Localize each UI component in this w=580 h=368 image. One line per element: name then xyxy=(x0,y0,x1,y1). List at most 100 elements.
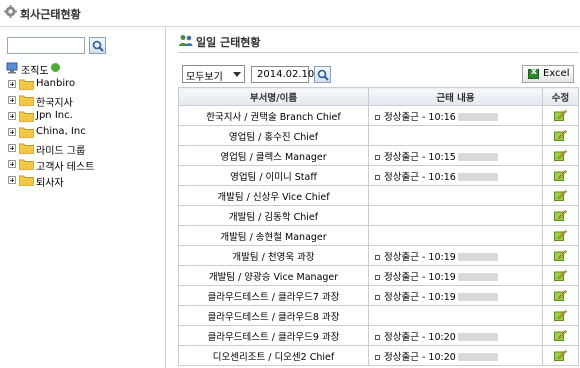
tree-root[interactable]: 조직도 xyxy=(6,61,162,77)
row-attendance-cell xyxy=(368,125,543,146)
app-header: 회사근태현황 xyxy=(0,0,580,27)
table-row: 영업팀 / 홍수진 Chief xyxy=(178,125,579,146)
row-attendance-cell: 정상출근 - 10:19 xyxy=(368,265,543,286)
org-tree: 조직도 Hanbiro 한국지사 Jpn Inc. China, Inc 라미드… xyxy=(6,61,162,189)
row-edit-cell xyxy=(542,345,579,366)
table-row: 클라우드테스트 / 클라우드7 과장 정상출근 - 10:19 xyxy=(178,285,579,306)
edit-icon[interactable] xyxy=(554,350,567,361)
date-input[interactable]: 2014.02.10 xyxy=(251,66,314,83)
edit-icon[interactable] xyxy=(554,290,567,301)
expand-icon[interactable] xyxy=(8,128,16,136)
row-attendance-cell: 정상출근 - 10:16 xyxy=(368,105,543,126)
view-filter-select[interactable]: 모두보기 xyxy=(182,65,245,83)
expand-icon[interactable] xyxy=(8,176,16,184)
row-edit-cell xyxy=(542,165,579,186)
row-employee-name[interactable]: 개발팀 / 천영욱 과장 xyxy=(178,245,369,266)
attendance-status: 정상출근 - 10:16 xyxy=(384,171,456,183)
table-row: 개발팀 / 신상우 Vice Chief xyxy=(178,185,579,206)
folder-icon xyxy=(19,95,34,106)
row-attendance-cell xyxy=(368,205,543,226)
tree-node-hanbiro[interactable]: Hanbiro xyxy=(8,76,162,92)
search-button[interactable] xyxy=(89,37,106,54)
row-employee-name[interactable]: 클라우드테스트 / 클라우드7 과장 xyxy=(178,285,369,306)
expand-icon[interactable] xyxy=(8,96,16,104)
search-icon xyxy=(92,40,104,52)
expand-icon[interactable] xyxy=(8,160,16,168)
attendance-status: 정상출근 - 10:20 xyxy=(384,351,456,363)
row-employee-name[interactable]: 개발팀 / 김동학 Chief xyxy=(178,205,369,226)
edit-icon[interactable] xyxy=(554,150,567,161)
tree-node-label: 라미드 그룹 xyxy=(36,146,86,157)
row-employee-name[interactable]: 개발팀 / 송현철 Manager xyxy=(178,225,369,246)
row-attendance-cell xyxy=(368,305,543,326)
row-edit-cell xyxy=(542,245,579,266)
column-header-edit: 수정 xyxy=(542,87,579,106)
table-header-row: 부서명/이름 근태 내용 수정 xyxy=(178,87,579,106)
row-employee-name[interactable]: 클라우드테스트 / 클라우드9 과장 xyxy=(178,325,369,346)
attendance-table: 부서명/이름 근태 내용 수정 한국지사 / 권택술 Branch Chief 정… xyxy=(178,87,579,366)
expand-icon[interactable] xyxy=(8,112,16,120)
page-title: 회사근태현황 xyxy=(20,8,81,21)
column-header-content[interactable]: 근태 내용 xyxy=(368,87,543,106)
tree-node-korea[interactable]: 한국지사 xyxy=(8,92,162,109)
row-edit-cell xyxy=(542,265,579,286)
edit-icon[interactable] xyxy=(554,210,567,221)
row-attendance-cell xyxy=(368,225,543,246)
excel-export-button[interactable]: Excel xyxy=(522,65,574,83)
edit-icon[interactable] xyxy=(554,190,567,201)
users-icon xyxy=(179,35,193,46)
column-header-name[interactable]: 부서명/이름 xyxy=(178,87,369,106)
attendance-status: 정상출근 - 10:19 xyxy=(384,291,456,303)
tree-node-customer[interactable]: 고객사 테스트 xyxy=(8,156,162,173)
folder-icon xyxy=(19,175,34,186)
tree-node-label: 고객사 테스트 xyxy=(36,162,95,173)
computer-icon xyxy=(6,62,18,74)
date-search-button[interactable] xyxy=(314,66,331,83)
row-employee-name[interactable]: 클라우드테스트 / 클라우드8 과장 xyxy=(178,305,369,326)
tree-node-label: 퇴사자 xyxy=(36,178,64,189)
redacted-ip xyxy=(457,353,498,361)
refresh-icon[interactable] xyxy=(51,63,60,72)
edit-icon[interactable] xyxy=(554,310,567,321)
tree-node-label: Hanbiro xyxy=(36,78,76,89)
tree-node-retired[interactable]: 퇴사자 xyxy=(8,172,162,189)
row-employee-name[interactable]: 개발팀 / 양광승 Vice Manager xyxy=(178,265,369,286)
row-employee-name[interactable]: 영업팀 / 클렉스 Manager xyxy=(178,145,369,166)
row-attendance-cell: 정상출근 - 10:20 xyxy=(368,325,543,346)
row-edit-cell xyxy=(542,285,579,306)
redacted-ip xyxy=(457,333,498,341)
edit-icon[interactable] xyxy=(554,330,567,341)
edit-icon[interactable] xyxy=(554,170,567,181)
edit-icon[interactable] xyxy=(554,250,567,261)
row-attendance-cell: 정상출근 - 10:16 xyxy=(368,165,543,186)
row-employee-name[interactable]: 영업팀 / 이미니 Staff xyxy=(178,165,369,186)
row-edit-cell xyxy=(542,105,579,126)
table-row: 한국지사 / 권택술 Branch Chief 정상출근 - 10:16 xyxy=(178,105,579,126)
row-employee-name[interactable]: 개발팀 / 신상우 Vice Chief xyxy=(178,185,369,206)
table-row: 클라우드테스트 / 클라우드9 과장 정상출근 - 10:20 xyxy=(178,325,579,346)
row-employee-name[interactable]: 디오센리조트 / 디오센2 Chief xyxy=(178,345,369,366)
edit-icon[interactable] xyxy=(554,130,567,141)
tree-node-china[interactable]: China, Inc xyxy=(8,124,162,140)
tree-node-lamid[interactable]: 라미드 그룹 xyxy=(8,140,162,157)
row-attendance-cell: 정상출근 - 10:20 xyxy=(368,345,543,366)
folder-icon xyxy=(19,79,34,90)
tree-node-jpn[interactable]: Jpn Inc. xyxy=(8,108,162,124)
edit-icon[interactable] xyxy=(554,110,567,121)
redacted-ip xyxy=(457,153,498,161)
search-input[interactable] xyxy=(7,37,85,54)
attendance-status: 정상출근 - 10:15 xyxy=(384,151,456,163)
row-employee-name[interactable]: 영업팀 / 홍수진 Chief xyxy=(178,125,369,146)
row-employee-name[interactable]: 한국지사 / 권택술 Branch Chief xyxy=(178,105,369,126)
expand-icon[interactable] xyxy=(8,80,16,88)
section-title: 일일 근태현황 xyxy=(196,36,261,49)
date-value: 2014.02.10 xyxy=(257,69,315,80)
tree-node-label: China, Inc xyxy=(36,126,86,137)
table-row: 개발팀 / 천영욱 과장 정상출근 - 10:19 xyxy=(178,245,579,266)
edit-icon[interactable] xyxy=(554,270,567,281)
folder-icon xyxy=(19,159,34,170)
row-edit-cell xyxy=(542,225,579,246)
gear-icon xyxy=(4,5,17,18)
expand-icon[interactable] xyxy=(8,144,16,152)
edit-icon[interactable] xyxy=(554,230,567,241)
